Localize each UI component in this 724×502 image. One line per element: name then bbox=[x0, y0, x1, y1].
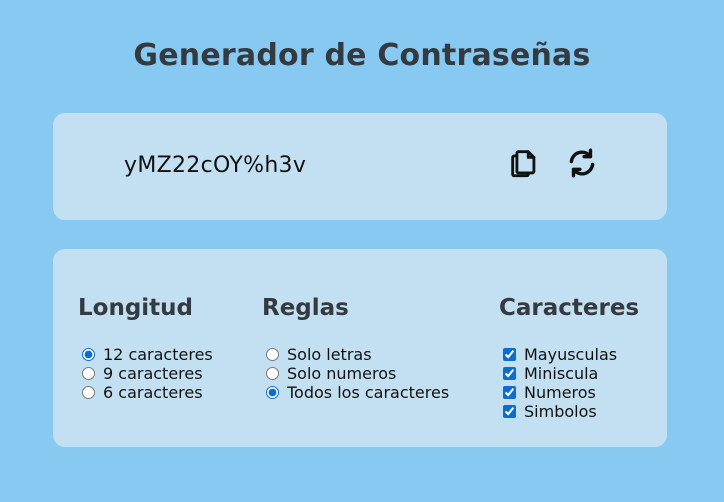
length-option-6[interactable]: 6 caracteres bbox=[78, 383, 213, 402]
length-option-12[interactable]: 12 caracteres bbox=[78, 345, 213, 364]
characters-option-numbers[interactable]: Numeros bbox=[499, 383, 639, 402]
characters-heading: Caracteres bbox=[499, 295, 640, 321]
characters-checkbox-numbers[interactable] bbox=[503, 386, 516, 399]
rules-option-label: Solo numeros bbox=[287, 364, 397, 383]
characters-option-label: Miniscula bbox=[524, 364, 599, 383]
characters-option-uppercase[interactable]: Mayusculas bbox=[499, 345, 639, 364]
password-card: yMZ22cOY%h3v bbox=[53, 113, 667, 220]
copy-icon bbox=[507, 146, 541, 180]
rules-option-numbers[interactable]: Solo numeros bbox=[262, 364, 449, 383]
rules-option-label: Todos los caracteres bbox=[287, 383, 450, 402]
refresh-icon bbox=[565, 146, 599, 180]
length-option-label: 6 caracteres bbox=[103, 383, 203, 402]
rules-option-letters[interactable]: Solo letras bbox=[262, 345, 449, 364]
characters-checkbox-symbols[interactable] bbox=[503, 405, 516, 418]
length-radio-12[interactable] bbox=[82, 348, 95, 361]
characters-option-lowercase[interactable]: Miniscula bbox=[499, 364, 639, 383]
rules-radio-all[interactable] bbox=[266, 386, 279, 399]
length-radio-9[interactable] bbox=[82, 367, 95, 380]
options-card: Longitud 12 caracteres 9 caracteres 6 ca… bbox=[53, 249, 667, 447]
characters-checkbox-uppercase[interactable] bbox=[503, 348, 516, 361]
copy-button[interactable] bbox=[507, 146, 541, 180]
length-radio-6[interactable] bbox=[82, 386, 95, 399]
characters-option-label: Mayusculas bbox=[524, 345, 618, 364]
length-option-label: 12 caracteres bbox=[103, 345, 213, 364]
characters-option-symbols[interactable]: Simbolos bbox=[499, 402, 639, 421]
rules-heading: Reglas bbox=[262, 295, 349, 321]
characters-option-label: Simbolos bbox=[524, 402, 597, 421]
rules-group: Reglas Solo letras Solo numeros Todos lo… bbox=[262, 295, 449, 402]
rules-radio-numbers[interactable] bbox=[266, 367, 279, 380]
length-group: Longitud 12 caracteres 9 caracteres 6 ca… bbox=[78, 295, 213, 402]
length-heading: Longitud bbox=[78, 295, 194, 321]
length-option-9[interactable]: 9 caracteres bbox=[78, 364, 213, 383]
length-option-label: 9 caracteres bbox=[103, 364, 203, 383]
refresh-button[interactable] bbox=[565, 146, 599, 180]
page-title: Generador de Contraseñas bbox=[133, 38, 591, 73]
rules-option-all[interactable]: Todos los caracteres bbox=[262, 383, 449, 402]
rules-radio-letters[interactable] bbox=[266, 348, 279, 361]
rules-option-label: Solo letras bbox=[287, 345, 372, 364]
generated-password: yMZ22cOY%h3v bbox=[124, 153, 307, 178]
characters-option-label: Numeros bbox=[524, 383, 596, 402]
characters-group: Caracteres Mayusculas Miniscula Numeros … bbox=[499, 295, 639, 421]
characters-checkbox-lowercase[interactable] bbox=[503, 367, 516, 380]
